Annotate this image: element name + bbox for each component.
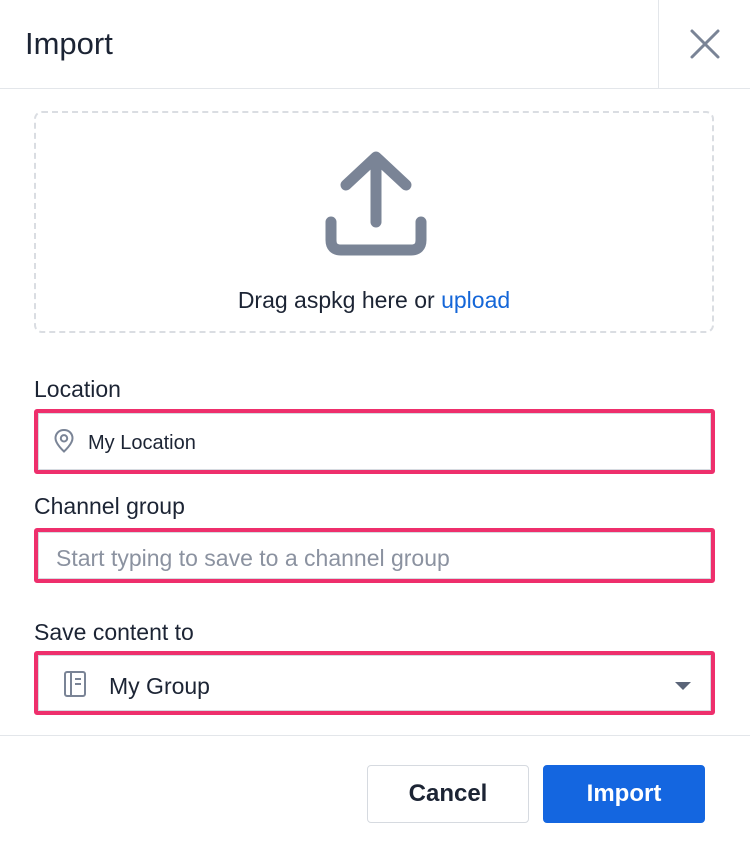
cancel-button[interactable]: Cancel <box>367 765 529 823</box>
dropzone-instructions: Drag aspkg here or <box>237 287 435 313</box>
dialog-header: Import <box>0 0 750 89</box>
upload-link[interactable]: upload <box>441 287 510 313</box>
save-content-value: My Group <box>109 673 210 699</box>
save-content-label: Save content to <box>34 619 194 645</box>
channel-group-label: Channel group <box>34 493 185 519</box>
location-field-border: My Location <box>38 413 711 470</box>
close-button[interactable] <box>658 0 750 88</box>
import-dialog: Import Drag aspkg here or upload Locatio… <box>0 0 750 848</box>
map-pin-icon <box>54 428 74 453</box>
dialog-title: Import <box>25 26 113 61</box>
import-button[interactable]: Import <box>543 765 705 823</box>
channel-group-input[interactable] <box>56 541 676 575</box>
notebook-icon <box>64 671 86 697</box>
upload-icon <box>325 151 427 256</box>
file-dropzone[interactable]: Drag aspkg here or upload <box>34 111 714 333</box>
location-field[interactable]: My Location <box>34 409 715 474</box>
channel-group-field <box>34 528 715 583</box>
save-content-field-border: My Group <box>38 655 711 711</box>
location-value: My Location <box>88 432 196 454</box>
save-content-select[interactable]: My Group <box>34 651 715 715</box>
close-icon <box>690 29 720 59</box>
location-label: Location <box>34 376 121 402</box>
dialog-footer: Cancel Import <box>0 735 750 848</box>
dropzone-text: Drag aspkg here or upload <box>36 285 712 315</box>
caret-down-icon <box>675 682 691 690</box>
channel-group-field-border <box>38 532 711 579</box>
